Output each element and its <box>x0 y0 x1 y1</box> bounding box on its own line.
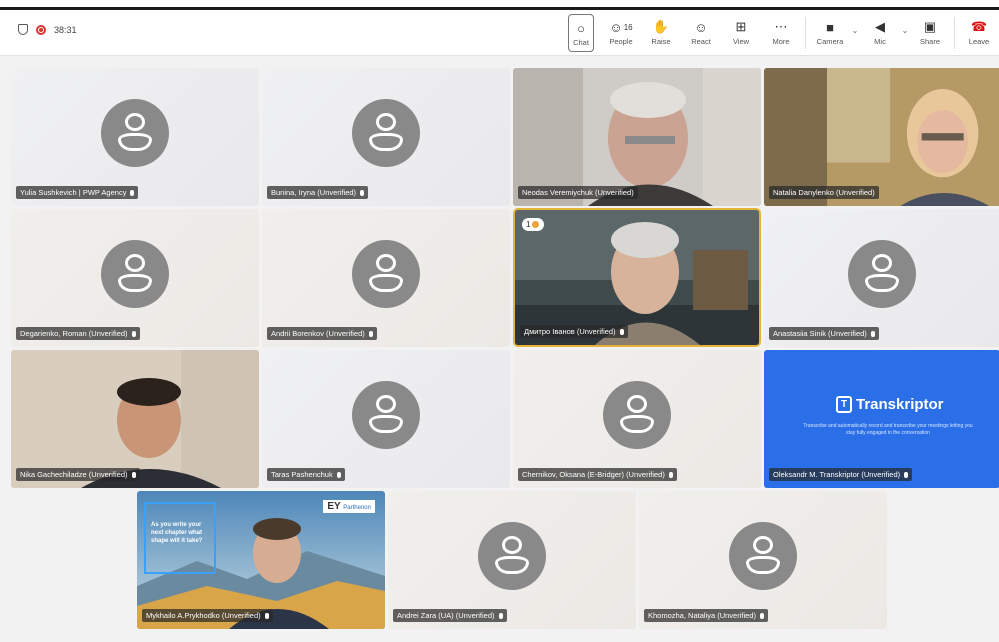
participant-tile[interactable]: Yulia Sushkevich | PWP Agency <box>11 68 259 206</box>
person-icon <box>502 536 522 554</box>
participant-tile[interactable]: Bunina, Iryna (Unverified) <box>262 68 510 206</box>
person-body-icon <box>620 415 654 433</box>
avatar <box>101 99 169 167</box>
participant-name: Дмитро Іванов (Unverified) <box>520 325 628 338</box>
participant-tile[interactable]: EY Parthenon As you write your next chap… <box>137 491 385 629</box>
participant-name-text: Taras Pashenchuk <box>271 470 333 479</box>
person-icon <box>125 254 145 272</box>
person-icon <box>627 395 647 413</box>
participant-tile[interactable]: Chernikov, Oksana (E-Bridger) (Unverifie… <box>513 350 761 488</box>
participant-name: Natalia Danylenko (Unverified) <box>769 186 879 199</box>
person-icon <box>376 395 396 413</box>
person-body-icon <box>118 133 152 151</box>
avatar <box>352 381 420 449</box>
participant-tile[interactable]: Khomozha, Nataliya (Unverified) <box>639 491 887 629</box>
participant-name-text: Andrei Zara (UA) (Unverified) <box>397 611 495 620</box>
mic-icon <box>131 471 136 478</box>
participant-tile[interactable]: Nika Gachechiladze (Unverified) <box>11 350 259 488</box>
participant-name-text: Anastasiia Sinik (Unverified) <box>773 329 867 338</box>
participant-tile[interactable]: T Transkriptor Transcribe and automatical… <box>764 350 999 488</box>
mic-icon <box>668 471 673 478</box>
mic-icon <box>360 189 365 196</box>
avatar <box>478 522 546 590</box>
participant-name-text: Chernikov, Oksana (E-Bridger) (Unverifie… <box>522 470 665 479</box>
participant-name-text: Дмитро Іванов (Unverified) <box>524 327 616 336</box>
avatar <box>603 381 671 449</box>
mic-icon <box>619 328 624 335</box>
mic-icon <box>264 612 269 619</box>
ey-logo: EY Parthenon <box>323 500 375 513</box>
ey-tagline: As you write your next chapter what shap… <box>151 522 203 544</box>
ey-logo-sub: Parthenon <box>343 505 371 511</box>
avatar <box>729 522 797 590</box>
participant-name: Chernikov, Oksana (E-Bridger) (Unverifie… <box>518 468 677 481</box>
hand-badge-icon <box>532 221 540 228</box>
active-speaker-tile[interactable]: 1 Дмитро Іванов (Unverified) <box>513 208 761 347</box>
person-icon <box>125 113 145 131</box>
transkriptor-tagline: Transcribe and automatically record and … <box>803 423 973 436</box>
participant-name: Degarienko, Roman (Unverified) <box>16 327 140 340</box>
hand-raise-rank: 1 <box>526 220 531 229</box>
participant-name: Oleksandr M. Transkriptor (Unverified) <box>769 468 913 481</box>
participant-name-text: Andrii Borenkov (Unverified) <box>271 329 365 338</box>
person-icon <box>753 536 773 554</box>
mic-icon <box>498 612 503 619</box>
participant-name: Khomozha, Nataliya (Unverified) <box>644 609 768 622</box>
transkriptor-logo-text: Transkriptor <box>856 396 944 413</box>
mic-icon <box>130 189 135 196</box>
mic-icon <box>759 612 764 619</box>
avatar <box>352 99 420 167</box>
transkriptor-logo: T Transkriptor <box>836 396 944 413</box>
participant-name: Andrii Borenkov (Unverified) <box>267 327 377 340</box>
mic-icon <box>131 330 136 337</box>
participant-name-text: Natalia Danylenko (Unverified) <box>773 188 875 197</box>
avatar <box>352 240 420 308</box>
participant-name: Yulia Sushkevich | PWP Agency <box>16 186 139 199</box>
person-icon <box>376 254 396 272</box>
person-body-icon <box>369 133 403 151</box>
person-body-icon <box>495 556 529 574</box>
hand-raise-badge: 1 <box>522 218 544 231</box>
person-body-icon <box>369 274 403 292</box>
mic-icon <box>336 471 341 478</box>
person-body-icon <box>865 274 899 292</box>
participant-name: Neodas Veremiychuk (Unverified) <box>518 186 638 199</box>
participant-tile[interactable]: Anastasiia Sinik (Unverified) <box>764 209 999 347</box>
participant-name: Andrei Zara (UA) (Unverified) <box>393 609 507 622</box>
person-body-icon <box>118 274 152 292</box>
mic-icon <box>870 330 875 337</box>
participant-name: Mykhailo A.Prykhodko (Unverified) <box>142 609 273 622</box>
participant-name-text: Nika Gachechiladze (Unverified) <box>20 470 128 479</box>
person-icon <box>872 254 892 272</box>
participant-name: Nika Gachechiladze (Unverified) <box>16 468 140 481</box>
mic-icon <box>368 330 373 337</box>
participant-grid: Yulia Sushkevich | PWP Agency Bunina, Ir… <box>0 0 999 642</box>
participant-name-text: Yulia Sushkevich | PWP Agency <box>20 188 127 197</box>
ey-logo-text: EY <box>327 501 341 512</box>
participant-tile[interactable]: Degarienko, Roman (Unverified) <box>11 209 259 347</box>
participant-name-text: Degarienko, Roman (Unverified) <box>20 329 128 338</box>
participant-name-text: Bunina, Iryna (Unverified) <box>271 188 357 197</box>
person-icon <box>376 113 396 131</box>
participant-name: Anastasiia Sinik (Unverified) <box>769 327 879 340</box>
participant-tile[interactable]: Taras Pashenchuk <box>262 350 510 488</box>
avatar <box>101 240 169 308</box>
participant-name: Taras Pashenchuk <box>267 468 345 481</box>
participant-tile[interactable]: Neodas Veremiychuk (Unverified) <box>513 68 761 206</box>
participant-tile[interactable]: Andrei Zara (UA) (Unverified) <box>388 491 636 629</box>
participant-name-text: Neodas Veremiychuk (Unverified) <box>522 188 634 197</box>
participant-name-text: Khomozha, Nataliya (Unverified) <box>648 611 756 620</box>
participant-name-text: Mykhailo A.Prykhodko (Unverified) <box>146 611 261 620</box>
person-body-icon <box>746 556 780 574</box>
person-body-icon <box>369 415 403 433</box>
transkriptor-logo-icon: T <box>836 396 852 413</box>
participant-name: Bunina, Iryna (Unverified) <box>267 186 369 199</box>
participant-tile[interactable]: Natalia Danylenko (Unverified) <box>764 68 999 206</box>
participant-tile[interactable]: Andrii Borenkov (Unverified) <box>262 209 510 347</box>
participant-name-text: Oleksandr M. Transkriptor (Unverified) <box>773 470 901 479</box>
avatar <box>848 240 916 308</box>
mic-icon <box>904 471 909 478</box>
